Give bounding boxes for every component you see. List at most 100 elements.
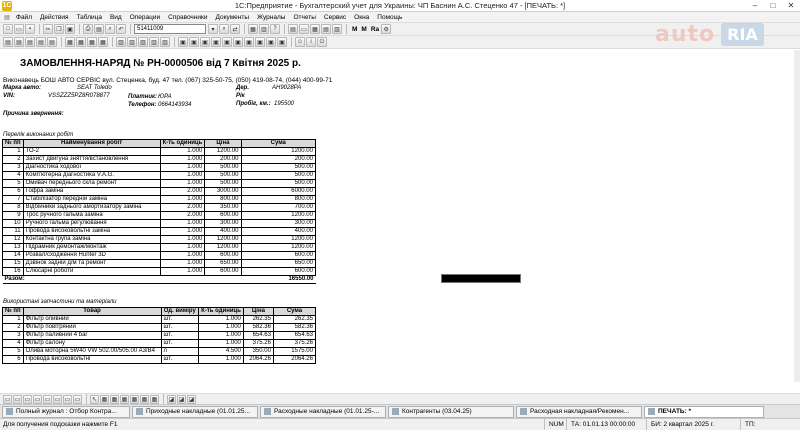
info-icon[interactable]: i: [306, 37, 316, 47]
row-number: 14: [2, 251, 24, 260]
task-incoming-invoices[interactable]: Приходные накладные (01.01.25...: [132, 405, 258, 418]
chart-icon[interactable]: ▥: [332, 24, 342, 34]
invoice5-icon[interactable]: ▥: [160, 37, 170, 47]
panel8-icon[interactable]: ▭: [73, 394, 82, 404]
calculator-icon[interactable]: ▦: [248, 24, 258, 34]
doc5-icon[interactable]: ▤: [47, 37, 57, 47]
col-header-work-name: Найменування робіт: [22, 139, 161, 148]
search-input[interactable]: 51411009: [134, 24, 206, 34]
pointer-icon[interactable]: ↖: [90, 394, 99, 404]
calendar-icon[interactable]: ▥: [259, 24, 269, 34]
copy-icon[interactable]: ❐: [54, 24, 64, 34]
menu-operations[interactable]: Операции: [126, 12, 164, 23]
report4-icon[interactable]: ▣: [277, 37, 287, 47]
user-icon[interactable]: ☺: [295, 37, 305, 47]
font-ra-button[interactable]: Ra: [371, 26, 379, 33]
other-icon[interactable]: ▣: [244, 37, 254, 47]
doc4-icon[interactable]: ▤: [36, 37, 46, 47]
menu-actions[interactable]: Действия: [36, 12, 72, 23]
menu-table[interactable]: Таблица: [72, 12, 106, 23]
design-icon[interactable]: ◪: [167, 394, 176, 404]
staff-icon[interactable]: ▣: [222, 37, 232, 47]
folder-icon[interactable]: ▭: [299, 24, 309, 34]
invoice-icon[interactable]: ▥: [116, 37, 126, 47]
font-m-button[interactable]: M: [352, 26, 357, 33]
doc-icon[interactable]: ▤: [3, 37, 13, 47]
grid-icon[interactable]: ▦: [100, 394, 109, 404]
grid5-icon[interactable]: ▦: [140, 394, 149, 404]
menu-view[interactable]: Вид: [106, 12, 126, 23]
quantity: 1.000: [159, 179, 206, 188]
minimize-icon[interactable]: –: [746, 0, 764, 12]
tax-icon[interactable]: ▣: [233, 37, 243, 47]
search-dropdown-icon[interactable]: ▾: [208, 24, 218, 34]
task-outgoing-invoice[interactable]: Расходная накладная/Рекомен...: [516, 405, 642, 418]
doc3-icon[interactable]: ▤: [25, 37, 35, 47]
doc2-icon[interactable]: ▤: [14, 37, 24, 47]
replace-icon[interactable]: ⇄: [230, 24, 240, 34]
maximize-icon[interactable]: □: [764, 0, 782, 12]
table-row: 12 Контактна група заміна 1.000 1200.00 1200…: [2, 235, 317, 244]
grid4-icon[interactable]: ▦: [130, 394, 139, 404]
ledger-icon[interactable]: ▦: [65, 37, 75, 47]
preview-icon[interactable]: ▤: [94, 24, 104, 34]
find-next-icon[interactable]: ⌕: [219, 24, 229, 34]
grid2-icon[interactable]: ▦: [110, 394, 119, 404]
task-full-journal[interactable]: Полный журнал : Отбор Контра...: [2, 405, 130, 418]
panel7-icon[interactable]: ▭: [63, 394, 72, 404]
warehouse-icon[interactable]: ▣: [200, 37, 210, 47]
panel4-icon[interactable]: ▭: [33, 394, 42, 404]
report3-icon[interactable]: ▣: [266, 37, 276, 47]
cash-icon[interactable]: ▣: [189, 37, 199, 47]
report-icon[interactable]: ▤: [321, 24, 331, 34]
grid3-icon[interactable]: ▦: [120, 394, 129, 404]
menu-reports[interactable]: Отчеты: [289, 12, 319, 23]
exit-icon[interactable]: ⏻: [317, 37, 327, 47]
find-icon[interactable]: ⌕: [105, 24, 115, 34]
invoice4-icon[interactable]: ▥: [149, 37, 159, 47]
ledger4-icon[interactable]: ▦: [98, 37, 108, 47]
goods-icon[interactable]: ▣: [211, 37, 221, 47]
bank-icon[interactable]: ▣: [178, 37, 188, 47]
invoice3-icon[interactable]: ▥: [138, 37, 148, 47]
task-contractors[interactable]: Контрагенты (03.04.25): [388, 405, 514, 418]
panel3-icon[interactable]: ▭: [23, 394, 32, 404]
design3-icon[interactable]: ◪: [187, 394, 196, 404]
settings-icon[interactable]: ⚙: [381, 24, 392, 34]
vertical-scrollbar[interactable]: [794, 50, 800, 382]
open-icon[interactable]: ▭: [14, 24, 24, 34]
paste-icon[interactable]: ▣: [65, 24, 75, 34]
undo-icon[interactable]: ↶: [116, 24, 126, 34]
new-icon[interactable]: □: [3, 24, 13, 34]
ledger3-icon[interactable]: ▦: [87, 37, 97, 47]
grid6-icon[interactable]: ▦: [150, 394, 159, 404]
print-icon[interactable]: ⎙: [83, 24, 93, 34]
status-num: NUM: [544, 418, 566, 430]
menu-windows[interactable]: Окна: [350, 12, 373, 23]
menu-file[interactable]: Файл: [12, 12, 36, 23]
close-icon[interactable]: ✕: [782, 0, 800, 12]
invoice2-icon[interactable]: ▥: [127, 37, 137, 47]
menu-journals[interactable]: Журналы: [253, 12, 289, 23]
font-m2-button[interactable]: M: [361, 26, 366, 33]
cut-icon[interactable]: ✂: [43, 24, 53, 34]
row-number: 4: [2, 339, 24, 348]
save-icon[interactable]: ▪: [25, 24, 35, 34]
menu-directories[interactable]: Справочники: [164, 12, 211, 23]
menu-service[interactable]: Сервис: [320, 12, 350, 23]
panel6-icon[interactable]: ▭: [53, 394, 62, 404]
task-outgoing-invoices[interactable]: Расходные накладные (01.01.25-...: [260, 405, 386, 418]
menu-documents[interactable]: Документы: [212, 12, 254, 23]
journal-icon[interactable]: ▤: [288, 24, 298, 34]
panel5-icon[interactable]: ▭: [43, 394, 52, 404]
help-icon[interactable]: ?: [270, 24, 280, 34]
design2-icon[interactable]: ◪: [177, 394, 186, 404]
mdi-doc-icon[interactable]: ▤: [2, 13, 12, 22]
panel-icon[interactable]: ▭: [3, 394, 12, 404]
task-print[interactable]: ПЕЧАТЬ: *: [644, 405, 764, 418]
report2-icon[interactable]: ▣: [255, 37, 265, 47]
menu-help[interactable]: Помощь: [373, 12, 406, 23]
ledger2-icon[interactable]: ▦: [76, 37, 86, 47]
panel2-icon[interactable]: ▭: [13, 394, 22, 404]
table-icon[interactable]: ▦: [310, 24, 320, 34]
